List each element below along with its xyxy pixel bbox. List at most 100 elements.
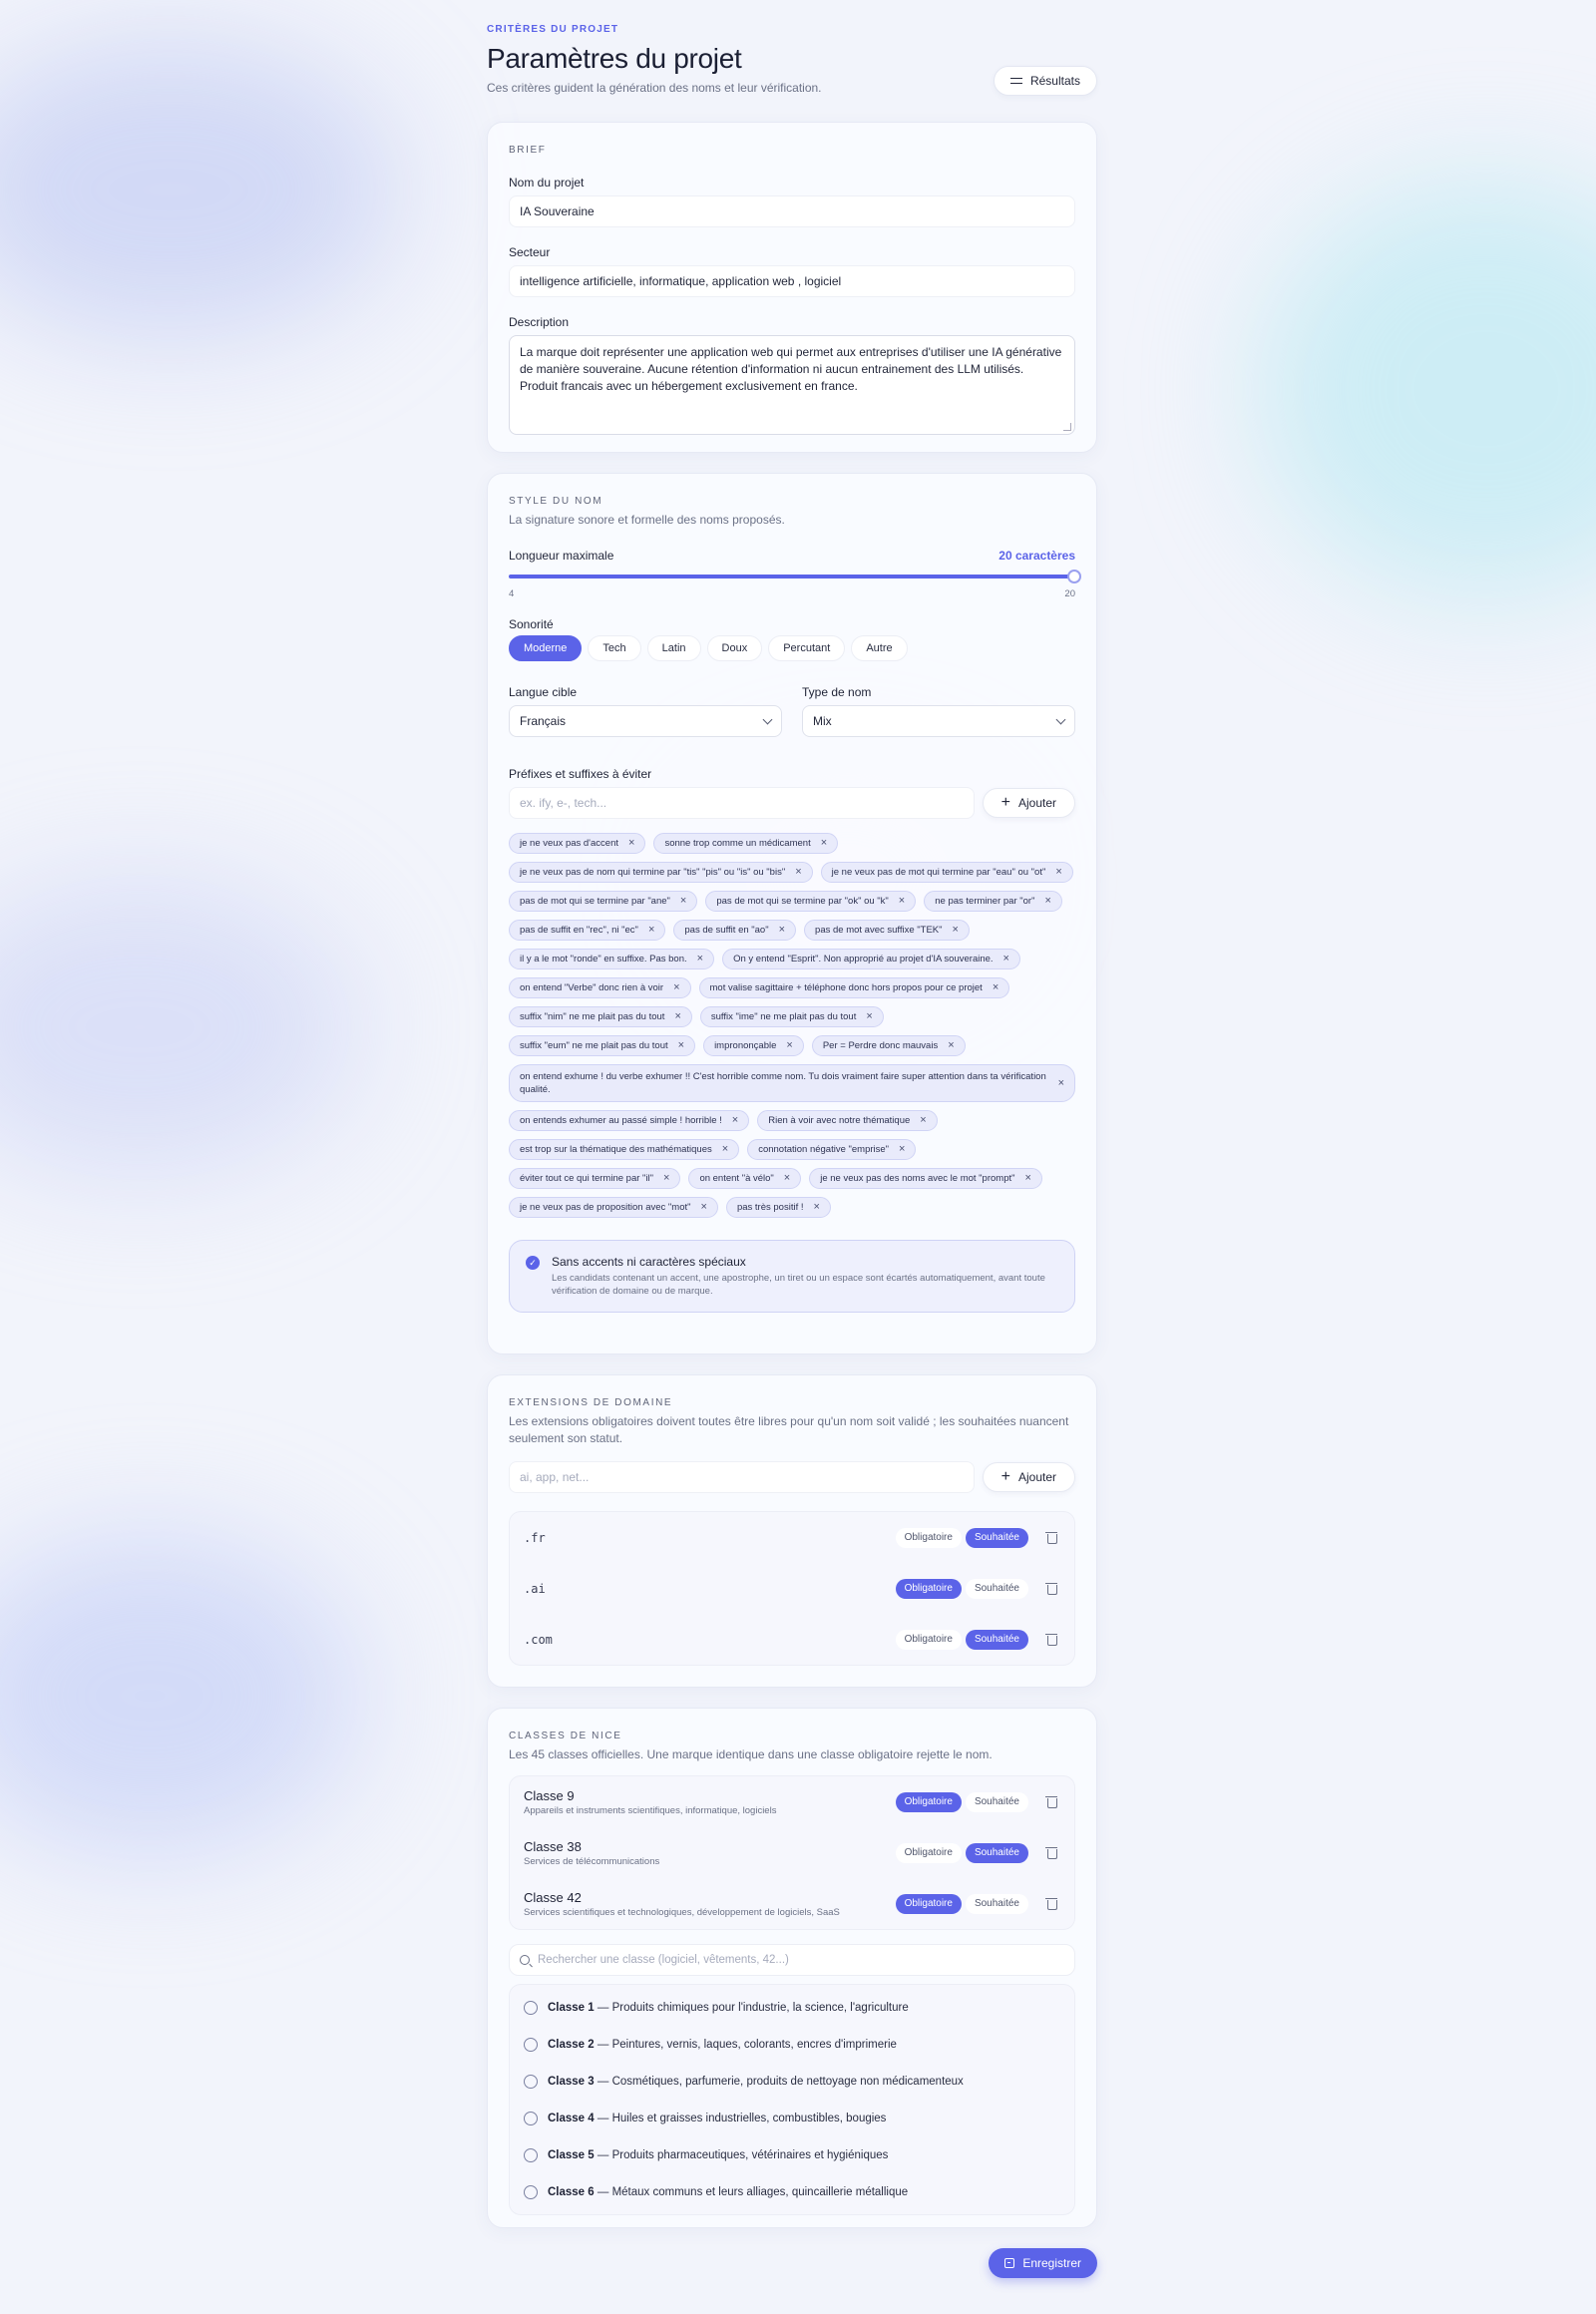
trash-icon[interactable] [1045, 1633, 1058, 1646]
radio-button[interactable] [524, 2147, 538, 2162]
close-icon[interactable]: × [993, 981, 998, 994]
resize-handle-icon[interactable] [1063, 423, 1071, 431]
slider-knob[interactable] [1067, 570, 1081, 583]
max-length-slider[interactable] [509, 570, 1081, 583]
affix-input[interactable]: ex. ify, e-, tech... [509, 787, 975, 819]
close-icon[interactable]: × [786, 1039, 792, 1052]
domains-description: Les extensions obligatoires doivent tout… [509, 1414, 1069, 1445]
sonority-option[interactable]: Percutant [768, 635, 846, 661]
sector-input[interactable]: intelligence artificielle, informatique,… [509, 265, 1075, 297]
save-button[interactable]: Enregistrer [989, 2248, 1097, 2278]
close-icon[interactable]: × [722, 1143, 728, 1156]
close-icon[interactable]: × [779, 924, 785, 937]
radio-button[interactable] [524, 2184, 538, 2199]
sonority-option[interactable]: Doux [706, 635, 763, 661]
close-icon[interactable]: × [866, 1010, 872, 1023]
affix-tag: pas de mot qui se termine par "ane" × [509, 891, 698, 912]
close-icon[interactable]: × [899, 895, 905, 908]
trash-icon[interactable] [1045, 1582, 1058, 1595]
add-domain-button[interactable]: + Ajouter [982, 1462, 1075, 1492]
close-icon[interactable]: × [1055, 866, 1061, 879]
class-search-input[interactable]: Rechercher une classe (logiciel, vêtemen… [509, 1944, 1075, 1976]
trash-icon[interactable] [1045, 1531, 1058, 1544]
close-icon[interactable]: × [953, 924, 959, 937]
required-option[interactable]: Obligatoire [895, 1791, 962, 1812]
close-icon[interactable]: × [1044, 895, 1050, 908]
close-icon[interactable]: × [732, 1114, 738, 1127]
required-option[interactable]: Obligatoire [895, 1527, 962, 1548]
class-option[interactable]: Classe 6 — Métaux communs et leurs allia… [510, 2173, 1074, 2210]
language-select[interactable]: Français [509, 705, 782, 737]
wanted-option[interactable]: Souhaitée [965, 1527, 1028, 1548]
add-affix-button[interactable]: + Ajouter [982, 788, 1075, 818]
radio-button[interactable] [524, 2111, 538, 2125]
close-icon[interactable]: × [701, 1201, 707, 1214]
required-option[interactable]: Obligatoire [895, 1893, 962, 1914]
trash-icon[interactable] [1045, 1795, 1058, 1808]
domain-input[interactable]: ai, app, net... [509, 1461, 975, 1493]
name-type-select[interactable]: Mix [802, 705, 1075, 737]
affix-tag-label: On y entend "Esprit". Non approprié au p… [733, 954, 994, 964]
close-icon[interactable]: × [795, 866, 801, 879]
class-option[interactable]: Classe 3 — Cosmétiques, parfumerie, prod… [510, 2063, 1074, 2100]
affix-tag-label: on entend "Verbe" donc rien à voir [520, 982, 664, 993]
results-button[interactable]: Résultats [993, 66, 1097, 96]
class-option-text: Classe 4 — Huiles et graisses industriel… [548, 2113, 886, 2124]
selected-classes: Classe 9 Appareils et instruments scienti… [509, 1775, 1075, 1930]
class-option-text: Classe 2 — Peintures, vernis, laques, co… [548, 2039, 897, 2051]
class-option-desc: — Métaux communs et leurs alliages, quin… [594, 2185, 909, 2198]
sonority-option[interactable]: Moderne [509, 635, 583, 661]
close-icon[interactable]: × [1003, 953, 1009, 965]
close-icon[interactable]: × [673, 981, 679, 994]
wanted-option[interactable]: Souhaitée [965, 1791, 1028, 1812]
close-icon[interactable]: × [663, 1172, 669, 1185]
class-option[interactable]: Classe 2 — Peintures, vernis, laques, co… [510, 2026, 1074, 2063]
close-icon[interactable]: × [948, 1039, 954, 1052]
affix-tag-label: connotation négative "emprise" [758, 1144, 890, 1155]
close-icon[interactable]: × [920, 1114, 926, 1127]
affix-tag: je ne veux pas de proposition avec "mot"… [509, 1197, 718, 1218]
trash-icon[interactable] [1045, 1897, 1058, 1910]
check-icon[interactable]: ✓ [526, 1256, 540, 1270]
close-icon[interactable]: × [1058, 1077, 1064, 1090]
affix-tag-label: mot valise sagittaire + téléphone donc h… [709, 982, 983, 993]
domains-card: EXTENSIONS DE DOMAINE Les extensions obl… [487, 1374, 1097, 1688]
radio-button[interactable] [524, 2037, 538, 2052]
close-icon[interactable]: × [697, 953, 703, 965]
close-icon[interactable]: × [821, 837, 827, 850]
class-option[interactable]: Classe 5 — Produits pharmaceutiques, vét… [510, 2136, 1074, 2173]
required-option[interactable]: Obligatoire [895, 1842, 962, 1863]
required-option[interactable]: Obligatoire [895, 1578, 962, 1599]
description-textarea[interactable]: La marque doit représenter une applicati… [509, 335, 1075, 435]
class-option[interactable]: Classe 4 — Huiles et graisses industriel… [510, 2100, 1074, 2136]
wanted-option[interactable]: Souhaitée [965, 1893, 1028, 1914]
close-icon[interactable]: × [628, 837, 634, 850]
close-icon[interactable]: × [784, 1172, 790, 1185]
close-icon[interactable]: × [678, 1039, 684, 1052]
wanted-option[interactable]: Souhaitée [965, 1629, 1028, 1650]
class-option-text: Classe 3 — Cosmétiques, parfumerie, prod… [548, 2076, 964, 2088]
sonority-option[interactable]: Tech [588, 635, 641, 661]
style-description: La signature sonore et formelle des noms… [509, 513, 785, 527]
close-icon[interactable]: × [680, 895, 686, 908]
wanted-option[interactable]: Souhaitée [965, 1578, 1028, 1599]
wanted-option[interactable]: Souhaitée [965, 1842, 1028, 1863]
sonority-option[interactable]: Autre [851, 635, 908, 661]
no-accents-option[interactable]: ✓ Sans accents ni caractères spéciaux Le… [509, 1240, 1075, 1313]
class-description: Services scientifiques et technologiques… [524, 1906, 840, 1918]
max-length-label: Longueur maximale [509, 549, 614, 563]
class-option[interactable]: Classe 1 — Produits chimiques pour l'ind… [510, 1989, 1074, 2026]
affix-tag: sonne trop comme un médicament × [653, 833, 839, 854]
radio-button[interactable] [524, 2000, 538, 2015]
close-icon[interactable]: × [1025, 1172, 1031, 1185]
radio-button[interactable] [524, 2074, 538, 2089]
affix-tag: pas de mot qui se termine par "ok" ou "k… [705, 891, 917, 912]
trash-icon[interactable] [1045, 1846, 1058, 1859]
close-icon[interactable]: × [899, 1143, 905, 1156]
close-icon[interactable]: × [674, 1010, 680, 1023]
project-name-input[interactable]: IA Souveraine [509, 195, 1075, 227]
sonority-option[interactable]: Latin [646, 635, 701, 661]
required-option[interactable]: Obligatoire [895, 1629, 962, 1650]
close-icon[interactable]: × [813, 1201, 819, 1214]
close-icon[interactable]: × [648, 924, 654, 937]
